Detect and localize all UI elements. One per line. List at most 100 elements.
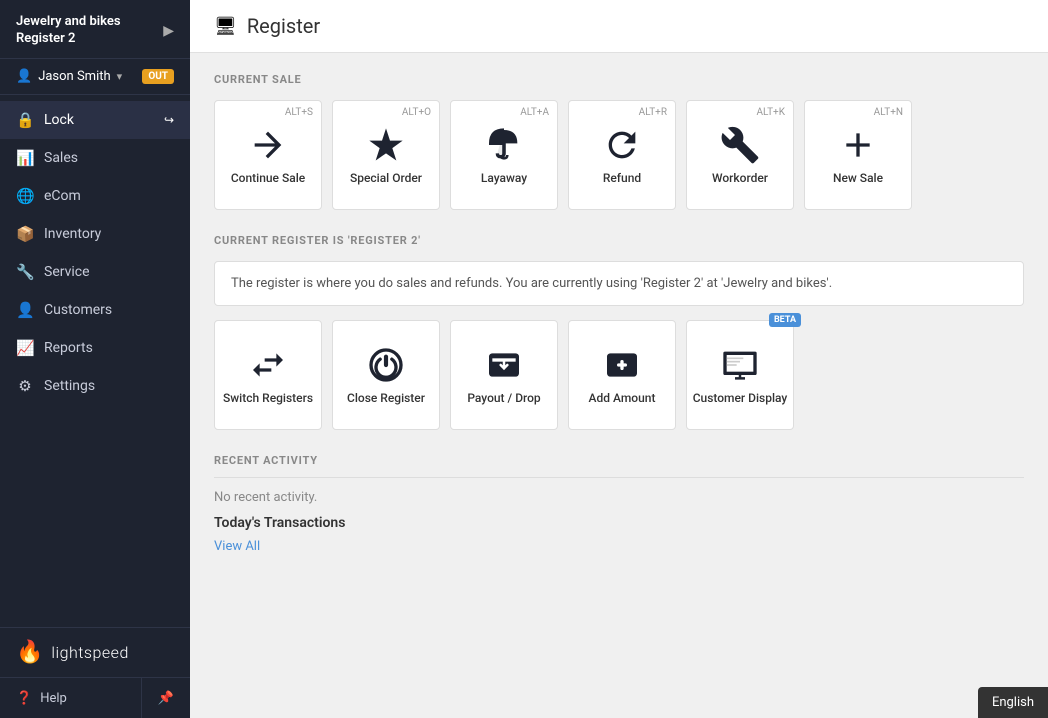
sidebar-item-label: Sales xyxy=(44,150,78,166)
layaway-card[interactable]: ALT+A Layaway xyxy=(450,100,558,210)
sales-icon: 📊 xyxy=(16,149,34,167)
lock-icon: 🔒 xyxy=(16,111,34,129)
layaway-icon xyxy=(484,125,524,165)
recent-activity-title: RECENT ACTIVITY xyxy=(214,454,1024,478)
continue-sale-card[interactable]: ALT+S Continue Sale xyxy=(214,100,322,210)
sidebar-item-customers[interactable]: 👤 Customers xyxy=(0,291,190,329)
close-register-icon xyxy=(366,345,406,385)
user-name: Jason Smith xyxy=(38,69,110,84)
customers-icon: 👤 xyxy=(16,301,34,319)
sidebar-item-label: Inventory xyxy=(44,226,101,242)
beta-badge: BETA xyxy=(769,313,801,327)
customer-display-label: Customer Display xyxy=(693,391,788,405)
main-header: 🖥 Register xyxy=(190,0,1048,53)
customer-display-card[interactable]: BETA Customer Display xyxy=(686,320,794,430)
sidebar-item-ecom[interactable]: 🌐 eCom xyxy=(0,177,190,215)
new-sale-card[interactable]: ALT+N New Sale xyxy=(804,100,912,210)
switch-registers-icon xyxy=(248,345,288,385)
help-button[interactable]: ❓ Help xyxy=(0,679,141,718)
special-order-label: Special Order xyxy=(350,171,422,185)
refund-icon xyxy=(602,125,642,165)
pin-icon: 📌 xyxy=(158,691,174,706)
sidebar-item-sales[interactable]: 📊 Sales xyxy=(0,139,190,177)
ecom-icon: 🌐 xyxy=(16,187,34,205)
refund-shortcut: ALT+R xyxy=(639,107,667,118)
special-order-shortcut: ALT+O xyxy=(402,107,431,118)
workorder-shortcut: ALT+K xyxy=(757,107,785,118)
switch-registers-label: Switch Registers xyxy=(223,391,313,405)
refund-card[interactable]: ALT+R Refund xyxy=(568,100,676,210)
continue-sale-shortcut: ALT+S xyxy=(285,107,313,118)
add-amount-label: Add Amount xyxy=(589,391,656,405)
user-icon: 👤 xyxy=(16,69,32,84)
current-sale-section: CURRENT SALE ALT+S Continue Sale ALT+O S… xyxy=(214,73,1024,210)
sidebar-item-reports[interactable]: 📈 Reports xyxy=(0,329,190,367)
sidebar-chevron-icon: ▶ xyxy=(163,23,174,39)
reports-icon: 📈 xyxy=(16,339,34,357)
workorder-label: Workorder xyxy=(712,171,768,185)
register-description: The register is where you do sales and r… xyxy=(231,276,832,291)
sidebar-item-label: Lock xyxy=(44,112,74,128)
sidebar-header[interactable]: Jewelry and bikes Register 2 ▶ xyxy=(0,0,190,59)
sidebar-item-inventory[interactable]: 📦 Inventory xyxy=(0,215,190,253)
recent-activity-section: RECENT ACTIVITY No recent activity. Toda… xyxy=(214,454,1024,554)
settings-icon: ⚙ xyxy=(16,377,34,395)
help-icon: ❓ xyxy=(16,691,32,706)
out-badge: OUT xyxy=(142,69,174,84)
sidebar-item-label: Customers xyxy=(44,302,112,318)
new-sale-shortcut: ALT+N xyxy=(874,107,903,118)
sidebar-item-lock[interactable]: 🔒 Lock ↪ xyxy=(0,101,190,139)
service-icon: 🔧 xyxy=(16,263,34,281)
payout-drop-label: Payout / Drop xyxy=(467,391,540,405)
refund-label: Refund xyxy=(603,171,641,185)
continue-sale-label: Continue Sale xyxy=(231,171,305,185)
new-sale-label: New Sale xyxy=(833,171,883,185)
sidebar-item-label: Settings xyxy=(44,378,95,394)
sidebar: Jewelry and bikes Register 2 ▶ 👤 Jason S… xyxy=(0,0,190,718)
switch-registers-card[interactable]: Switch Registers xyxy=(214,320,322,430)
sidebar-item-label: eCom xyxy=(44,188,81,204)
continue-sale-icon xyxy=(248,125,288,165)
flame-icon: 🔥 xyxy=(16,640,43,665)
current-sale-title: CURRENT SALE xyxy=(214,73,1024,86)
sidebar-item-service[interactable]: 🔧 Service xyxy=(0,253,190,291)
layaway-label: Layaway xyxy=(481,171,527,185)
layaway-shortcut: ALT+A xyxy=(520,107,549,118)
new-sale-icon xyxy=(838,125,878,165)
inventory-icon: 📦 xyxy=(16,225,34,243)
sidebar-bottom: ❓ Help 📌 xyxy=(0,677,190,718)
view-all-link[interactable]: View All xyxy=(214,539,260,554)
workorder-icon xyxy=(720,125,760,165)
sidebar-item-label: Service xyxy=(44,264,90,280)
close-register-label: Close Register xyxy=(347,391,425,405)
logout-icon[interactable]: ↪ xyxy=(164,113,174,127)
add-amount-icon xyxy=(602,345,642,385)
payout-drop-card[interactable]: Payout / Drop xyxy=(450,320,558,430)
store-name: Jewelry and bikes xyxy=(16,14,121,31)
register-actions-grid: Switch Registers Close Register Payout /… xyxy=(214,320,1024,430)
current-register-section: CURRENT REGISTER IS 'REGISTER 2' The reg… xyxy=(214,234,1024,430)
special-order-icon xyxy=(366,125,406,165)
register-name: Register 2 xyxy=(16,31,121,48)
close-register-card[interactable]: Close Register xyxy=(332,320,440,430)
main-body: CURRENT SALE ALT+S Continue Sale ALT+O S… xyxy=(190,53,1048,574)
current-register-title: CURRENT REGISTER IS 'REGISTER 2' xyxy=(214,234,1024,247)
sidebar-item-label: Reports xyxy=(44,340,93,356)
sidebar-footer: 🔥 lightspeed xyxy=(0,627,190,677)
register-header-icon: 🖥 xyxy=(214,16,237,37)
user-info: 👤 Jason Smith ▾ xyxy=(16,69,122,84)
logo-text: lightspeed xyxy=(51,643,128,662)
store-info: Jewelry and bikes Register 2 xyxy=(16,14,121,48)
todays-transactions-label: Today's Transactions xyxy=(214,515,1024,531)
add-amount-card[interactable]: Add Amount xyxy=(568,320,676,430)
main-content-area: 🖥 Register CURRENT SALE ALT+S Continue S… xyxy=(190,0,1048,718)
language-button[interactable]: English xyxy=(978,687,1048,718)
sidebar-user[interactable]: 👤 Jason Smith ▾ OUT xyxy=(0,59,190,95)
user-chevron-icon: ▾ xyxy=(117,70,123,83)
workorder-card[interactable]: ALT+K Workorder xyxy=(686,100,794,210)
sidebar-item-settings[interactable]: ⚙ Settings xyxy=(0,367,190,405)
pin-button[interactable]: 📌 xyxy=(142,679,190,718)
customer-display-icon xyxy=(720,345,760,385)
special-order-card[interactable]: ALT+O Special Order xyxy=(332,100,440,210)
payout-drop-icon xyxy=(484,345,524,385)
